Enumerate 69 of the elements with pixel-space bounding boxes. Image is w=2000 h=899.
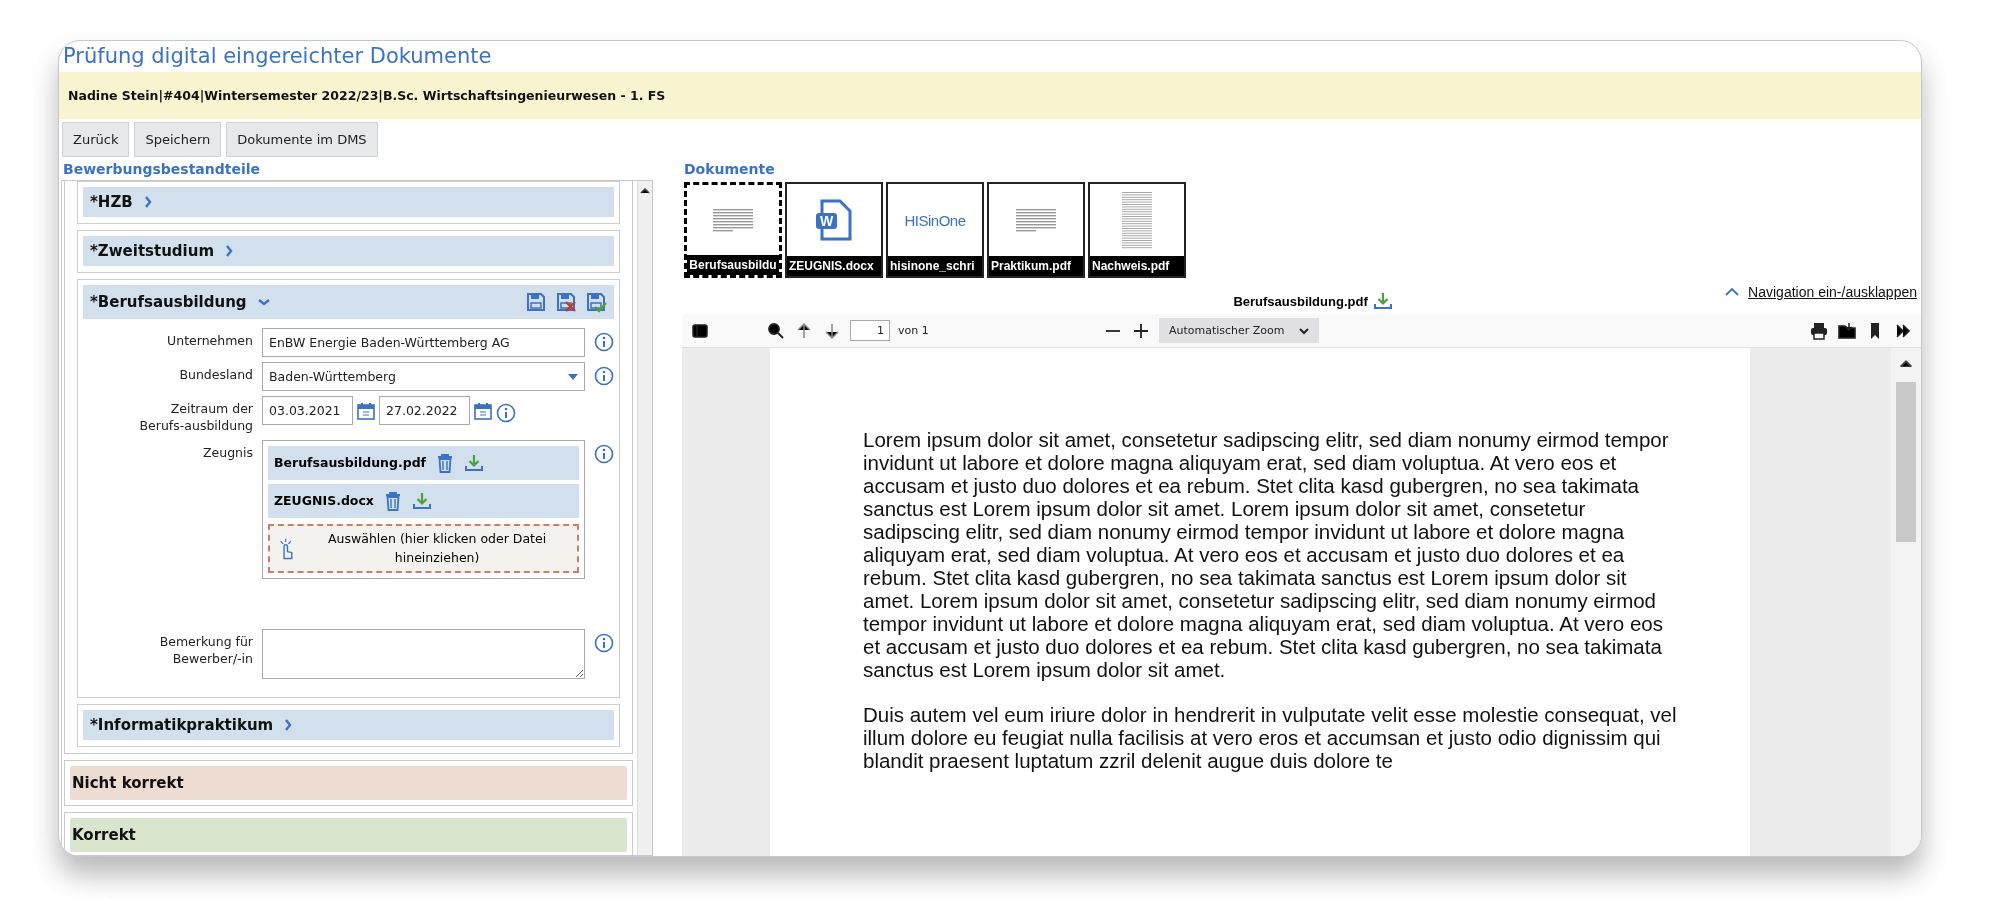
field-label: Unternehmen [166, 332, 253, 350]
toolbar-button[interactable]: Speichern [134, 122, 222, 157]
print-icon[interactable] [1809, 320, 1829, 341]
trash-icon[interactable] [436, 452, 454, 473]
file-item[interactable]: Berufsausbildung.pdf [268, 445, 579, 480]
chevron-right-icon[interactable] [142, 195, 153, 209]
page-number-input[interactable]: 1 [850, 320, 890, 341]
document-thumbnail[interactable]: Nachweis.pdf [1088, 182, 1186, 278]
section-header[interactable]: *HZB [83, 187, 614, 217]
section-header[interactable]: *Informatikpraktikum [83, 710, 614, 741]
document-paragraph: Lorem ipsum dolor sit amet, consetetur sadipscing elitr, sed diam nonumy eirmod tempor invidunt ut labore et dolore magna aliquyam erat, sed diam voluptua. At vero eos et accusam et justo duo dolores et ea rebum. Stet clita kasd gubergren, no sea takimata sanctus est Lorem ipsum dolor sit amet. Lorem ipsum dolor sit amet, consetetur sadipscing elitr, sed diam nonumy eirmod tempor invidunt ut labore et dolore magna aliquyam erat, sed diam voluptua. At vero eos et accusam et justo duo dolores et ea rebum. Stet clita kasd gubergren, no sea takimata sanctus est Lorem ipsum dolor sit amet. Lorem ipsum dolor sit amet, consetetur sadipscing elitr, sed diam nonumy eirmod tempor invidunt ut labore et dolore magna aliquyam erat, sed diam voluptua. At vero eos et accusam et justo duo dolores et ea rebum. Stet clita kasd gubergren, no sea takimata sanctus est Lorem ipsum dolor sit amet. [863, 428, 1670, 681]
chevron-up-icon[interactable] [1724, 287, 1741, 297]
field-label: Bundesland [178, 366, 253, 384]
info-icon[interactable] [496, 402, 516, 423]
caret-icon [1298, 326, 1309, 335]
caret-icon [568, 373, 578, 380]
text-input[interactable]: EnBW Energie Baden-Württemberg AG [262, 328, 585, 357]
upload-dropzone[interactable]: Auswählen (hier klicken oder Datei hineinziehen) [268, 523, 579, 574]
save-check-icon[interactable] [585, 291, 607, 313]
search-icon[interactable] [766, 320, 786, 341]
scrollbar[interactable] [637, 181, 652, 855]
save-icon[interactable] [525, 291, 547, 313]
chevron-down-icon[interactable] [256, 297, 271, 307]
document-thumbnail[interactable]: HISinOne hisinone_schri [886, 182, 984, 278]
file-name: Berufsausbildung.pdf [1233, 293, 1368, 309]
info-icon[interactable] [594, 332, 614, 352]
verdict-header[interactable]: Korrekt [70, 818, 627, 853]
download-icon[interactable] [1372, 292, 1393, 310]
date-input[interactable]: 27.02.2022 [379, 396, 470, 425]
zoom-dropdown[interactable]: Automatischer Zoom [1158, 318, 1319, 343]
toolbar-button[interactable]: Zurück [62, 122, 130, 157]
applicant-info-bar: Nadine Stein|#404|Wintersemester 2022/23|B.Sc. Wirtschaftsingenieurwesen - 1. FS [59, 72, 1921, 119]
document-thumbnail[interactable]: W ZEUGNIS.docx [785, 182, 883, 278]
calendar-icon[interactable] [473, 400, 493, 421]
info-icon[interactable] [594, 366, 614, 386]
section-heading: Bewerbungsbestandteile [63, 161, 262, 177]
calendar-icon[interactable] [356, 400, 376, 421]
download-icon[interactable] [411, 491, 432, 510]
page-preview-drawing [713, 208, 753, 232]
info-icon[interactable] [594, 443, 614, 464]
section-heading: Dokumente [684, 161, 776, 177]
scrollbar-thumb[interactable] [1896, 382, 1916, 542]
discard-icon[interactable] [555, 291, 577, 313]
download-icon[interactable] [464, 453, 484, 472]
document-paragraph: Duis autem vel eum iriure dolor in hendrerit in vulputate velit esse molestie consequat, vel illum dolore eu feugiat nulla facilisis at vero eros et accumsan et justo odio dignissim qui blandit praesent luptatum zzril delenit augue duis dolore te [863, 703, 1678, 772]
page-preview-drawing [1016, 208, 1056, 232]
toolbar-button[interactable]: Dokumente im DMS [226, 122, 378, 157]
document-thumbnail[interactable]: Berufsausbildu [684, 182, 782, 278]
scrollbar[interactable] [1891, 348, 1921, 856]
section-header[interactable]: *Zweitstudium [83, 236, 614, 266]
document-thumbnail[interactable]: Praktikum.pdf [987, 182, 1085, 278]
field-label: Zeugnis [201, 443, 253, 462]
chevron-right-icon[interactable] [283, 718, 294, 733]
field-label: Zeitraum der Berufs-ausbildung [138, 400, 253, 435]
dropdown[interactable]: Baden-Württemberg [262, 362, 585, 391]
page-preview-drawing [1122, 191, 1152, 249]
section-header[interactable]: *Berufsausbildung [83, 285, 614, 319]
logo: HISinOne [904, 211, 966, 229]
navigation-toggle-link[interactable]: Navigation ein-/ausklappen [1748, 284, 1917, 300]
file-item[interactable]: ZEUGNIS.docx [268, 483, 579, 518]
verdict-header[interactable]: Nicht korrekt [70, 766, 627, 801]
date-input[interactable]: 03.03.2021 [262, 396, 353, 425]
info-icon[interactable] [594, 633, 614, 654]
open-file-icon[interactable] [1837, 320, 1857, 341]
chevron-right-icon[interactable] [224, 244, 235, 258]
trash-icon[interactable] [383, 490, 402, 511]
field-label: Bemerkung für Bewerber/-in [158, 633, 253, 668]
page-count: von 1 [898, 324, 929, 337]
page-title: Prüfung digital eingereichter Dokumente [62, 43, 493, 70]
